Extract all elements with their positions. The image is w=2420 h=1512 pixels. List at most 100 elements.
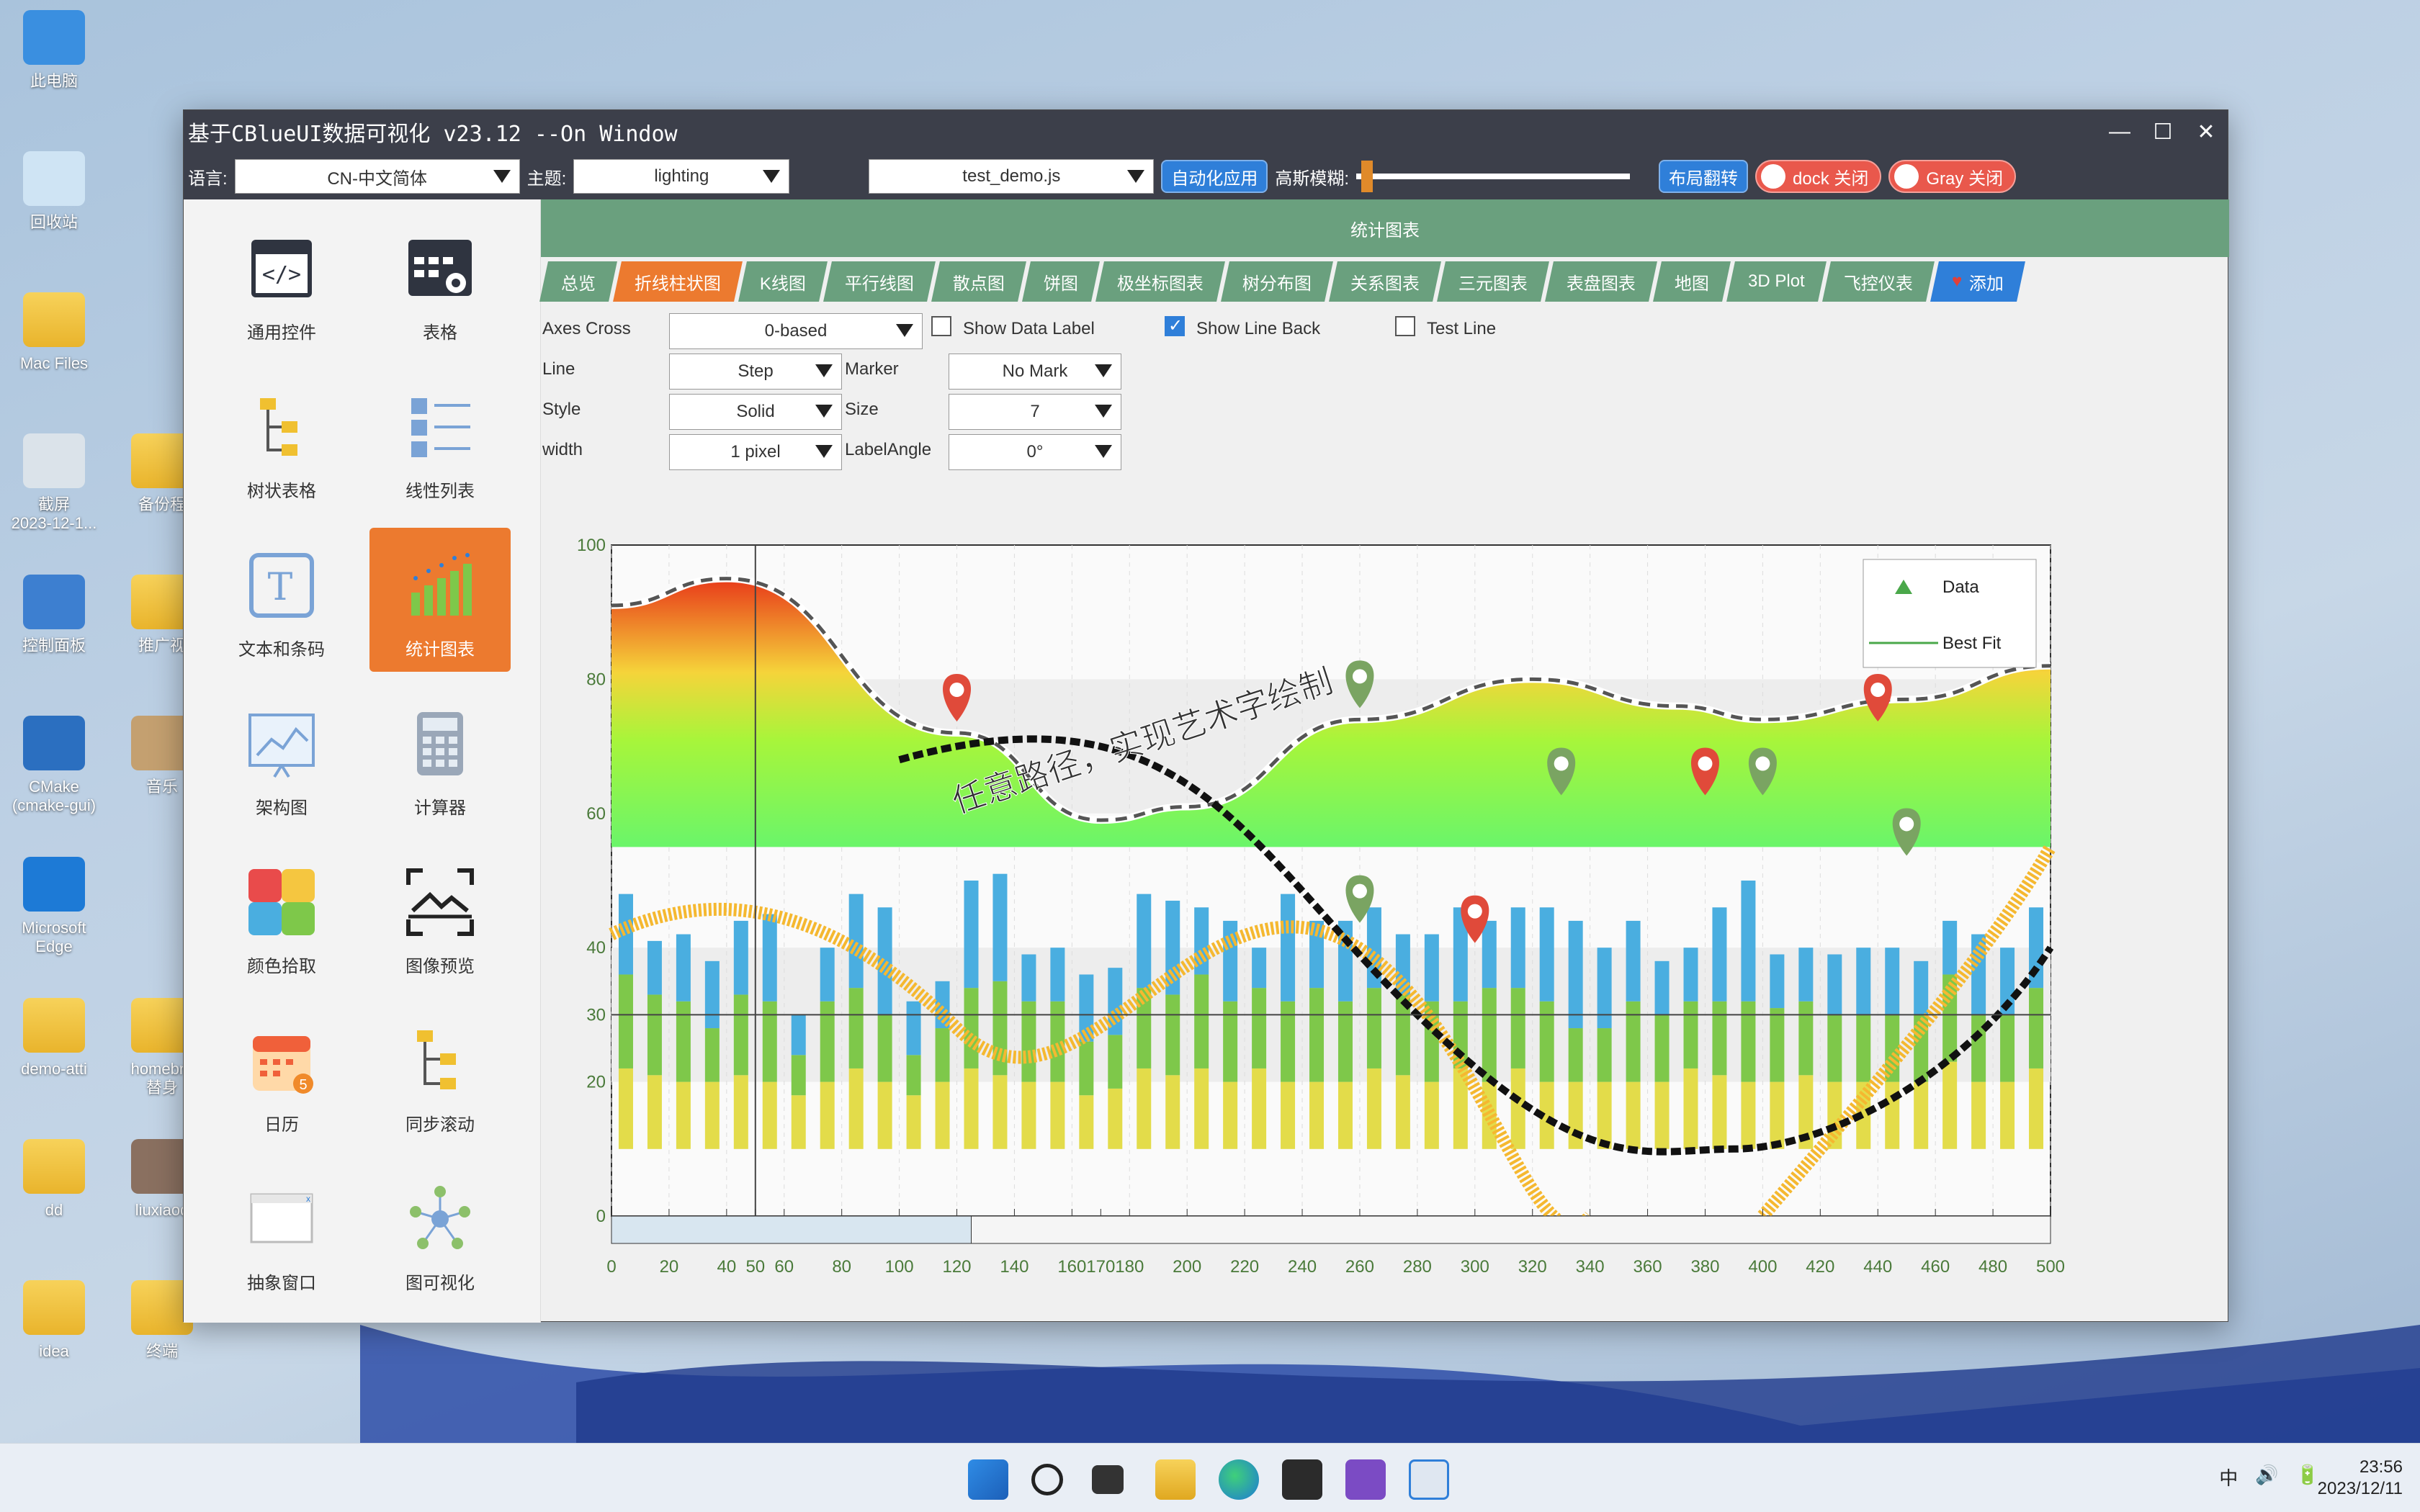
blur-slider[interactable] bbox=[1356, 161, 1631, 192]
volume-icon[interactable]: 🔊 bbox=[2255, 1464, 2278, 1490]
size-select[interactable]: 7 bbox=[949, 394, 1121, 430]
bar-yellow bbox=[762, 1081, 777, 1149]
sidebar-item-graph[interactable]: 图可视化 bbox=[369, 1161, 511, 1305]
tab-3[interactable]: 平行线图 bbox=[823, 261, 936, 302]
axes-cross-select[interactable]: 0-based bbox=[669, 313, 923, 349]
battery-icon[interactable]: 🔋 bbox=[2296, 1464, 2319, 1490]
line-select[interactable]: Step bbox=[669, 354, 842, 390]
map-pin-dot bbox=[949, 683, 964, 698]
tab-5[interactable]: 饼图 bbox=[1022, 261, 1100, 302]
sidebar: </> 通用控件 表格 树状表格 线性列表 T 文本和条码 统计图表 架构图 计算器 颜色拾取 图像预… bbox=[184, 199, 541, 1323]
desktop-icon[interactable]: idea bbox=[0, 1280, 108, 1361]
layout-flip-button[interactable]: 布局翻转 bbox=[1659, 160, 1749, 193]
minimize-button[interactable]: — bbox=[2098, 110, 2141, 153]
tab-2[interactable]: K线图 bbox=[738, 261, 828, 302]
range-scroller-thumb bbox=[611, 1215, 972, 1244]
tab-6[interactable]: 极坐标图表 bbox=[1095, 261, 1225, 302]
app-taskbar-icon[interactable] bbox=[1409, 1459, 1449, 1500]
desktop-icon[interactable]: 此电脑 bbox=[0, 10, 108, 91]
dock-toggle[interactable]: dock 关闭 bbox=[1755, 160, 1882, 193]
desktop-icon[interactable]: Microsoft Edge bbox=[0, 857, 108, 956]
desktop-icon[interactable]: 截屏 2023-12-1... bbox=[0, 433, 108, 533]
marker-label: Marker bbox=[845, 359, 899, 379]
sidebar-item-color-picker[interactable]: 颜色拾取 bbox=[211, 845, 352, 989]
calculator-icon bbox=[417, 712, 463, 775]
bar-green bbox=[1683, 1001, 1698, 1068]
sidebar-item-tree-table[interactable]: 树状表格 bbox=[211, 369, 352, 513]
show-line-back-checkbox[interactable] bbox=[1165, 315, 1185, 336]
sidebar-item-image-preview[interactable]: 图像预览 bbox=[369, 845, 511, 989]
language-select[interactable]: CN-中文简体 bbox=[234, 159, 520, 194]
line-bar-chart[interactable]: 任意路径，实现艺术字绘制020304060801000 20 40 50 60 80 100… bbox=[541, 516, 2229, 1323]
theme-select[interactable]: lighting bbox=[573, 159, 790, 194]
desktop-icon[interactable]: demo-atti bbox=[0, 998, 108, 1079]
edge-icon bbox=[23, 857, 85, 912]
tab-13[interactable]: 飞控仪表 bbox=[1821, 261, 1935, 302]
tab-8[interactable]: 关系图表 bbox=[1329, 261, 1441, 302]
sidebar-item-code-window[interactable]: </> 通用控件 bbox=[211, 211, 352, 355]
desktop-icon-label: idea bbox=[39, 1342, 69, 1360]
window-title: 基于CBlueUI数据可视化 v23.12 --On Window bbox=[188, 122, 678, 147]
file-explorer-icon[interactable] bbox=[1155, 1459, 1196, 1500]
desktop-icon[interactable]: 控制面板 bbox=[0, 575, 108, 655]
bar-green bbox=[1223, 1001, 1238, 1082]
bar-blue bbox=[992, 873, 1008, 981]
search-icon[interactable] bbox=[1031, 1464, 1063, 1495]
show-data-label-checkbox[interactable] bbox=[931, 316, 951, 336]
graph-icon bbox=[410, 1186, 470, 1249]
bar-yellow bbox=[1309, 1081, 1325, 1149]
bar-blue bbox=[1568, 920, 1583, 1029]
bar-yellow bbox=[1712, 1075, 1727, 1149]
task-view-icon[interactable] bbox=[1092, 1465, 1124, 1494]
tab-10[interactable]: 表盘图表 bbox=[1545, 261, 1657, 302]
sidebar-item-list[interactable]: 线性列表 bbox=[369, 369, 511, 513]
test-line-checkbox[interactable] bbox=[1395, 316, 1415, 336]
style-select[interactable]: Solid bbox=[669, 394, 842, 430]
toggle-knob bbox=[1761, 164, 1786, 189]
auto-apply-button[interactable]: 自动化应用 bbox=[1161, 160, 1268, 193]
desktop-icon[interactable]: CMake (cmake-gui) bbox=[0, 716, 108, 815]
start-icon[interactable] bbox=[968, 1459, 1008, 1500]
x-tick-label: 460 bbox=[1921, 1257, 1950, 1277]
gray-toggle[interactable]: Gray 关闭 bbox=[1888, 160, 2017, 193]
visual-studio-icon[interactable] bbox=[1345, 1459, 1386, 1500]
bar-green bbox=[906, 1055, 921, 1096]
sidebar-item-sync-scroll[interactable]: 同步滚动 bbox=[369, 1003, 511, 1147]
marker-select[interactable]: No Mark bbox=[949, 354, 1121, 390]
add-tab-button[interactable]: ♥ 添加 bbox=[1930, 261, 2025, 302]
x-tick-label: 60 bbox=[774, 1257, 794, 1277]
terminal-icon[interactable] bbox=[1282, 1459, 1322, 1500]
desktop-icon[interactable]: 回收站 bbox=[0, 151, 108, 232]
sidebar-item-text[interactable]: T 文本和条码 bbox=[211, 528, 352, 672]
script-select[interactable]: test_demo.js bbox=[869, 159, 1155, 194]
tab-1[interactable]: 折线柱状图 bbox=[613, 261, 743, 302]
sidebar-item-bar-chart[interactable]: 统计图表 bbox=[369, 528, 511, 672]
tab-9[interactable]: 三元图表 bbox=[1437, 261, 1549, 302]
desktop-icon-label: 控制面板 bbox=[22, 636, 86, 654]
clock[interactable]: 23:56 2023/12/11 bbox=[2318, 1457, 2403, 1500]
tab-7[interactable]: 树分布图 bbox=[1221, 261, 1333, 302]
chart-area[interactable]: 任意路径，实现艺术字绘制 0 20 30 40 60 80 100 0 20 40 50 60 80 100… bbox=[541, 516, 2229, 1323]
sidebar-item-calendar[interactable]: 5 日历 bbox=[211, 1003, 352, 1147]
tab-12[interactable]: 3D Plot bbox=[1726, 261, 1827, 302]
desktop-icon[interactable]: Mac Files bbox=[0, 292, 108, 373]
sidebar-item-abstract-window[interactable]: x 抽象窗口 bbox=[211, 1161, 352, 1305]
x-tick-label: 100 bbox=[885, 1257, 914, 1277]
sidebar-item-calculator[interactable]: 计算器 bbox=[369, 686, 511, 830]
x-tick-label: 500 bbox=[2036, 1257, 2065, 1277]
labelangle-select[interactable]: 0° bbox=[949, 434, 1121, 470]
tab-4[interactable]: 散点图 bbox=[931, 261, 1026, 302]
tab-label: 饼图 bbox=[1044, 274, 1079, 294]
width-select[interactable]: 1 pixel bbox=[669, 434, 842, 470]
bar-green bbox=[1654, 1014, 1670, 1082]
blur-slider-thumb[interactable] bbox=[1361, 161, 1373, 192]
ime-indicator[interactable]: 中 bbox=[2219, 1464, 2238, 1490]
desktop-icon[interactable]: dd bbox=[0, 1139, 108, 1220]
tab-0[interactable]: 总览 bbox=[539, 261, 617, 302]
close-button[interactable]: ✕ bbox=[2184, 110, 2228, 153]
sidebar-item-table-gear[interactable]: 表格 bbox=[369, 211, 511, 355]
edge-icon[interactable] bbox=[1219, 1459, 1259, 1500]
tab-11[interactable]: 地图 bbox=[1653, 261, 1731, 302]
sidebar-item-architecture[interactable]: 架构图 bbox=[211, 686, 352, 830]
maximize-button[interactable]: ☐ bbox=[2141, 110, 2184, 153]
